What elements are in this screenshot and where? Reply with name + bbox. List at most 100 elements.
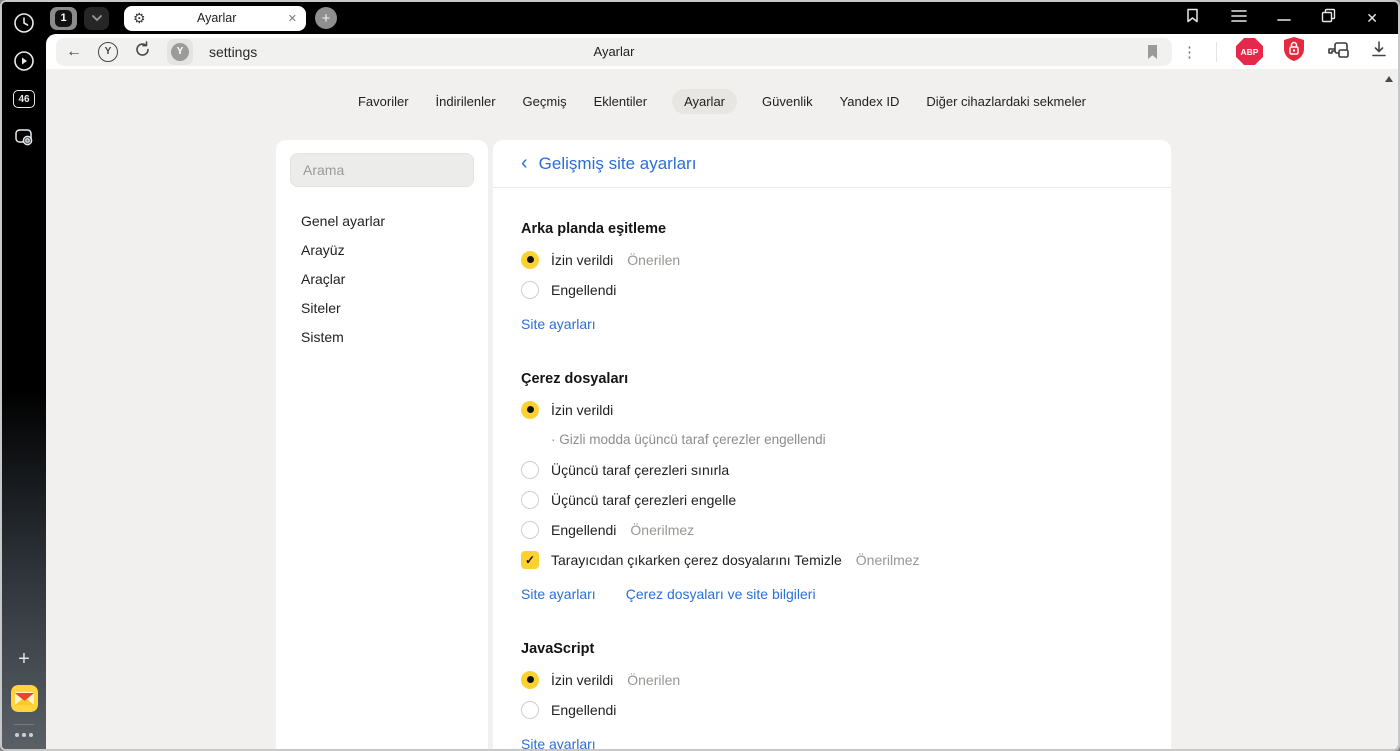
option-label: Tarayıcıdan çıkarken çerez dosyalarını T… [551, 551, 842, 568]
toolbar: ← Y Y settings Ayarlar ⋮ ABP [46, 34, 1398, 69]
downloads-count-badge[interactable]: 46 [11, 86, 37, 112]
bookmark-icon[interactable] [1145, 44, 1160, 65]
protect-shield-icon[interactable] [1282, 36, 1306, 67]
option-row: Üçüncü taraf çerezleri engelle [521, 490, 1143, 509]
option-label: Üçüncü taraf çerezleri sınırla [551, 461, 730, 478]
download-icon[interactable] [1370, 40, 1388, 63]
checkmark-icon: ✓ [524, 552, 536, 567]
nav-tab-yandex-id[interactable]: Yandex ID [838, 89, 902, 114]
window-controls: ✕ [1184, 7, 1388, 29]
cookies-incognito-note: · Gizli modda üçüncü taraf çerezler enge… [551, 432, 826, 447]
video-play-icon[interactable] [11, 48, 37, 74]
option-badge: Önerilen [627, 251, 681, 268]
settings-body: Arka planda eşitleme İzin verildi Öneril… [493, 188, 1171, 749]
option-row: Engellendi [521, 700, 1143, 719]
option-row: İzin verildi [521, 400, 1143, 419]
back-chevron-icon[interactable]: ‹ [521, 153, 528, 173]
option-label: İzin verildi [551, 401, 614, 418]
menu-hamburger-icon[interactable] [1231, 9, 1248, 27]
checkbox-checked[interactable]: ✓ [521, 550, 539, 569]
rail-divider [14, 724, 34, 725]
site-settings-link[interactable]: Site ayarları [521, 586, 596, 602]
close-window-icon[interactable]: ✕ [1366, 10, 1378, 27]
option-label: İzin verildi [551, 251, 614, 268]
yandex-logo-icon[interactable]: Y [98, 41, 118, 62]
advanced-site-settings-header[interactable]: ‹ Gelişmiş site ayarları [493, 140, 1171, 188]
settings-nav-tabs: Favoriler İndirilenler Geçmiş Eklentiler… [46, 89, 1398, 114]
option-label: Engellendi [551, 521, 617, 538]
cookies-and-site-data-link[interactable]: Çerez dosyaları ve site bilgileri [626, 586, 816, 602]
section-cookies: Çerez dosyaları İzin verildi · Gizli mod… [521, 371, 1143, 602]
toolbar-extensions: ⋮ ABP [1182, 36, 1388, 67]
sidebar-item-genel-ayarlar[interactable]: Genel ayarlar [301, 213, 474, 231]
page-section-title: Gelişmiş site ayarları [538, 153, 697, 173]
settings-gear-icon: ⚙ [133, 10, 146, 26]
option-label: Engellendi [551, 701, 617, 718]
active-tab[interactable]: ⚙ Ayarlar ✕ [124, 5, 306, 31]
sidebar-item-araclar[interactable]: Araçlar [301, 271, 474, 289]
sidebar-panel-icon[interactable] [1184, 7, 1201, 29]
browser-main-column: 1 ⚙ Ayarlar ✕ + ✕ ← Y Y settings Ayarlar… [46, 2, 1398, 749]
section-links: Site ayarları [521, 736, 1143, 749]
tab-list-chevron-icon[interactable] [84, 6, 109, 30]
tab-close-icon[interactable]: ✕ [288, 12, 297, 25]
radio-unselected[interactable] [521, 490, 539, 509]
radio-selected[interactable] [521, 670, 539, 689]
adblock-plus-icon[interactable]: ABP [1236, 38, 1263, 65]
screenshot-icon[interactable] [11, 124, 37, 150]
section-title: JavaScript [521, 641, 595, 657]
option-row: İzin verildi Önerilen [521, 670, 1143, 689]
browser-window: 46 + 1 ⚙ Ayarlar ✕ + ✕ ← Y Y settings Ay… [0, 0, 1400, 751]
nav-tab-diger-cihazlar[interactable]: Diğer cihazlardaki sekmeler [924, 89, 1088, 114]
section-title: Arka planda eşitleme [521, 221, 667, 237]
option-label: Üçüncü taraf çerezleri engelle [551, 491, 737, 508]
section-links: Site ayarları [521, 316, 1143, 332]
radio-unselected[interactable] [521, 520, 539, 539]
nav-tab-guvenlik[interactable]: Güvenlik [760, 89, 815, 114]
option-row: ✓ Tarayıcıdan çıkarken çerez dosyalarını… [521, 550, 1143, 569]
url-text[interactable]: settings [209, 44, 257, 60]
search-input[interactable] [290, 153, 474, 187]
option-badge: Önerilmez [630, 521, 695, 538]
new-tab-button[interactable]: + [315, 7, 337, 29]
site-settings-link[interactable]: Site ayarları [521, 316, 596, 332]
radio-selected[interactable] [521, 400, 539, 419]
nav-tab-eklentiler[interactable]: Eklentiler [592, 89, 649, 114]
sidebar-item-arayuz[interactable]: Arayüz [301, 242, 474, 260]
tab-title: Ayarlar [196, 11, 237, 25]
nav-tab-indirilenler[interactable]: İndirilenler [434, 89, 498, 114]
option-badge: Önerilen [627, 671, 681, 688]
nav-tab-gecmis[interactable]: Geçmiş [521, 89, 569, 114]
nav-tab-favoriler[interactable]: Favoriler [356, 89, 411, 114]
option-label: Engellendi [551, 281, 617, 298]
option-row: Engellendi [521, 280, 1143, 299]
site-settings-link[interactable]: Site ayarları [521, 736, 596, 749]
nav-tab-ayarlar[interactable]: Ayarlar [672, 89, 738, 114]
kebab-menu-icon[interactable]: ⋮ [1182, 43, 1197, 61]
refresh-icon[interactable] [134, 40, 151, 63]
section-javascript: JavaScript İzin verildi Önerilen Engelle… [521, 641, 1143, 749]
tab-counter-button[interactable]: 1 [50, 6, 77, 30]
radio-selected[interactable] [521, 250, 539, 269]
tab-strip: 1 ⚙ Ayarlar ✕ + ✕ [46, 2, 1398, 34]
settings-menu: Genel ayarlar Arayüz Araçlar Siteler Sis… [290, 213, 474, 347]
minimize-icon[interactable] [1277, 9, 1292, 27]
yandex-mail-icon[interactable] [10, 685, 38, 712]
radio-unselected[interactable] [521, 280, 539, 299]
radio-unselected[interactable] [521, 460, 539, 479]
add-panel-icon[interactable]: + [18, 648, 30, 671]
option-row: Engellendi Önerilmez [521, 520, 1143, 539]
restore-window-icon[interactable] [1321, 8, 1336, 28]
scrollbar-up-arrow[interactable] [1385, 76, 1393, 82]
history-clock-icon[interactable] [11, 10, 37, 36]
sidebar-item-siteler[interactable]: Siteler [301, 300, 474, 318]
back-icon[interactable]: ← [66, 43, 82, 60]
sidebar-item-sistem[interactable]: Sistem [301, 329, 474, 347]
section-background-sync: Arka planda eşitleme İzin verildi Öneril… [521, 221, 1143, 332]
option-label: İzin verildi [551, 671, 614, 688]
address-bar[interactable]: ← Y Y settings Ayarlar [56, 37, 1172, 66]
more-options-icon[interactable] [15, 733, 33, 737]
downloads-badge-number: 46 [13, 90, 35, 108]
radio-unselected[interactable] [521, 700, 539, 719]
password-key-icon[interactable] [1325, 37, 1351, 66]
